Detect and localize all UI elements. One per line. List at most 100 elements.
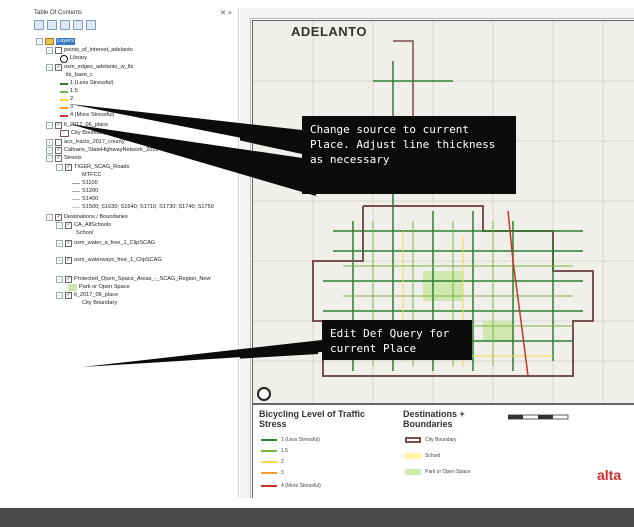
toc-symbol-s1400: S1400 bbox=[72, 196, 98, 203]
collapse-icon[interactable]: − bbox=[46, 122, 53, 129]
toc-title-bar: Table Of Contents ✕ × bbox=[30, 8, 238, 19]
toc-item-label: tl_2017_06_place bbox=[74, 292, 119, 298]
toc-symbol-s1100: S1100 bbox=[72, 180, 98, 187]
legend-swatch bbox=[405, 437, 421, 443]
visibility-checkbox[interactable] bbox=[55, 47, 62, 54]
toc-item-streets[interactable]: − ✓ Streets bbox=[46, 155, 82, 162]
collapse-icon[interactable]: − bbox=[46, 214, 53, 221]
legend-label: 3 bbox=[281, 470, 284, 476]
scale-bar bbox=[508, 414, 569, 420]
visibility-checkbox[interactable]: ✓ bbox=[65, 257, 72, 264]
legend-label: 4 (More Stressful) bbox=[281, 483, 321, 489]
list-by-drawing-order-icon[interactable] bbox=[34, 20, 44, 30]
visibility-checkbox[interactable]: ✓ bbox=[55, 214, 62, 221]
toc-item-label: 1 (Less Stressful) bbox=[70, 80, 114, 86]
toc-item-poi[interactable]: − points_of_interest_adelanto bbox=[46, 47, 133, 54]
toc-symbol-lts1: 1 (Less Stressful) bbox=[60, 80, 114, 87]
toc-item-label: Park or Open Space bbox=[79, 284, 130, 290]
legend: Bicycling Level of Traffic Stress 1 (Les… bbox=[252, 404, 634, 498]
legend-swatch bbox=[261, 472, 277, 474]
toc-item-tiger-roads[interactable]: − ✓ TIGER_SCAG_Roads bbox=[56, 164, 129, 171]
legend-item-lts3: 3 bbox=[261, 470, 284, 476]
map-title: ADELANTO bbox=[291, 24, 367, 39]
legend-label: 1 (Less Stressful) bbox=[281, 437, 320, 443]
collapse-icon[interactable]: − bbox=[36, 38, 43, 45]
line-swatch bbox=[60, 90, 68, 93]
toc-item-label: S1500; S1630; S1640; S1710; S1730; S1740… bbox=[82, 204, 214, 210]
legend-item-lts15: 1.5 bbox=[261, 448, 288, 454]
callout-change-source: Change source to current Place. Adjust l… bbox=[302, 116, 516, 194]
visibility-checkbox[interactable]: ✓ bbox=[65, 222, 72, 229]
expand-icon[interactable]: + bbox=[46, 147, 53, 154]
layers-folder-icon bbox=[45, 38, 54, 45]
toc-item-protected-open-space[interactable]: − ✓ Protected_Open_Space_Areas_-_SCAG_Re… bbox=[56, 276, 211, 283]
toc-item-layers[interactable]: − Layers bbox=[36, 38, 75, 45]
table-of-contents-panel: Table Of Contents ✕ × − Layers − points_… bbox=[30, 8, 239, 498]
line-swatch bbox=[60, 98, 68, 101]
toc-item-label: tl_2017_06_place bbox=[64, 122, 109, 128]
toc-item-label: 1.5 bbox=[70, 88, 78, 94]
layout-view[interactable]: ADELANTO Bicycling Level of Traffic Stre… bbox=[240, 8, 634, 498]
toc-item-destinations[interactable]: − ✓ Destinations / Boundaries bbox=[46, 214, 128, 221]
toc-item-place[interactable]: − ✓ tl_2017_06_place bbox=[46, 122, 108, 129]
toc-item-caltrans[interactable]: + ✓ Caltrans_StateHighwayNetwork_2015 bbox=[46, 147, 159, 154]
legend-swatch bbox=[405, 469, 421, 475]
collapse-icon[interactable]: − bbox=[56, 164, 63, 171]
list-by-source-icon[interactable] bbox=[47, 20, 57, 30]
visibility-checkbox[interactable] bbox=[55, 139, 62, 146]
toc-item-label: osm_water_a_free_1_ClipSCAG bbox=[74, 240, 156, 246]
toc-item-label: Layers bbox=[56, 38, 75, 45]
collapse-icon[interactable]: − bbox=[56, 276, 63, 283]
options-icon[interactable] bbox=[86, 20, 96, 30]
collapse-icon[interactable]: − bbox=[46, 64, 53, 71]
toc-item-label: City Boundary bbox=[82, 300, 118, 306]
toc-item-osm-waterways[interactable]: + ✓ osm_waterways_free_1_ClipSCAG bbox=[56, 257, 162, 264]
legend-item-city-boundary: City Boundary bbox=[405, 437, 456, 443]
arcmap-window: Table Of Contents ✕ × − Layers − points_… bbox=[0, 0, 634, 508]
line-swatch bbox=[72, 191, 80, 192]
polygon-swatch bbox=[60, 130, 69, 137]
collapse-icon[interactable]: − bbox=[56, 222, 63, 229]
library-symbol-icon bbox=[60, 54, 68, 63]
collapse-icon[interactable]: − bbox=[46, 155, 53, 162]
visibility-checkbox[interactable]: ✓ bbox=[65, 276, 72, 283]
close-icon[interactable]: ✕ × bbox=[220, 8, 232, 19]
list-by-visibility-icon[interactable] bbox=[60, 20, 70, 30]
list-by-selection-icon[interactable] bbox=[73, 20, 83, 30]
toc-item-label: School bbox=[76, 230, 94, 236]
toc-item-label: Streets bbox=[64, 155, 82, 161]
collapse-icon[interactable]: − bbox=[56, 292, 63, 299]
legend-label: 2 bbox=[281, 459, 284, 465]
line-swatch bbox=[60, 82, 68, 85]
toc-symbol-lts3: 3 bbox=[60, 104, 73, 111]
toc-item-library: Library bbox=[60, 54, 87, 63]
alta-logo: alta bbox=[597, 467, 622, 483]
legend-item-park: Park or Open Space bbox=[405, 469, 470, 475]
toc-item-schools[interactable]: − ✓ CA_AllSchools bbox=[56, 222, 111, 229]
toc-item-acs-tracts[interactable]: + acs_tracts_2017_county bbox=[46, 139, 125, 146]
visibility-checkbox[interactable]: ✓ bbox=[65, 292, 72, 299]
toc-title: Table Of Contents bbox=[34, 10, 83, 16]
visibility-checkbox[interactable]: ✓ bbox=[65, 164, 72, 171]
toc-item-label: acs_tracts_2017_county bbox=[64, 139, 125, 145]
visibility-checkbox[interactable]: ✓ bbox=[55, 122, 62, 129]
legend-swatch bbox=[405, 453, 421, 459]
toc-field-mtfcc: MTFCC bbox=[82, 172, 102, 179]
expand-icon[interactable]: + bbox=[46, 139, 53, 146]
expand-icon[interactable]: + bbox=[56, 240, 63, 247]
legend-item-lts1: 1 (Less Stressful) bbox=[261, 437, 320, 443]
collapse-icon[interactable]: − bbox=[46, 47, 53, 54]
toc-item-place-2[interactable]: − ✓ tl_2017_06_place bbox=[56, 292, 118, 299]
visibility-checkbox[interactable]: ✓ bbox=[65, 240, 72, 247]
toc-item-osm-edges[interactable]: − ✓ osm_edges_adelanto_w_lts bbox=[46, 64, 133, 71]
expand-icon[interactable]: + bbox=[56, 257, 63, 264]
visibility-checkbox[interactable]: ✓ bbox=[55, 155, 62, 162]
toc-symbol-s1200: S1200 bbox=[72, 188, 98, 195]
visibility-checkbox[interactable]: ✓ bbox=[55, 64, 62, 71]
toc-item-osm-water[interactable]: + ✓ osm_water_a_free_1_ClipSCAG bbox=[56, 240, 155, 247]
north-arrow-icon bbox=[257, 387, 271, 401]
visibility-checkbox[interactable]: ✓ bbox=[55, 147, 62, 154]
toc-item-label: Destinations / Boundaries bbox=[64, 214, 128, 220]
toc-symbol-city-boundary: City Boundary bbox=[60, 130, 106, 137]
toc-symbol-city-boundary-2: City Boundary bbox=[82, 300, 117, 307]
